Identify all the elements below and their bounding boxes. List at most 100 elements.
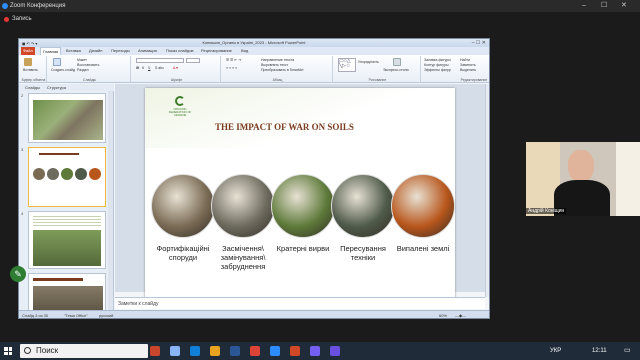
ribbon: Вставить Буфер обмена Создать слайд Маке… [19,55,489,83]
layout-button[interactable]: Макет [77,58,87,62]
thumb-circle [75,168,87,180]
caption-burned-land: Випалені землі [396,244,450,253]
slide-header-bg [145,88,455,148]
windows-start-icon[interactable] [4,347,12,355]
search-placeholder: Поиск [36,346,59,355]
tab-slideshow[interactable]: Показ слайдов [164,47,196,55]
group-paragraph: ☰ ☰ ⇤ ⇥ ≡ ≡ ≡ ≡ Направление текста Выров… [223,56,333,82]
slide-canvas[interactable]: ORGANIC FEDERATION OF UKRAINE THE IMPACT… [145,88,455,306]
status-language: русский [99,313,114,318]
tab-transitions[interactable]: Переходы [109,47,132,55]
zoom-slider[interactable]: —◆— [455,311,466,318]
italic-button[interactable]: К [142,66,144,70]
tab-slides[interactable]: Слайды [25,84,40,91]
shapes-gallery[interactable]: ▭○△ ╲▷☆ [338,58,356,72]
edge-icon[interactable] [190,346,200,356]
list-buttons[interactable]: ☰ ☰ ⇤ ⇥ [226,58,241,62]
tab-file[interactable]: Файл [21,47,35,55]
thumb-number: 3 [21,147,24,152]
thumb-text [33,216,101,226]
align-text-button[interactable]: Выровнять текст [261,63,288,67]
powerpoint-titlebar: ◼ ↶ ↷ ▾ Конюшин_Органік в Україні_2023 -… [19,39,489,47]
messenger-icon[interactable] [330,346,340,356]
quick-styles-icon [393,58,401,66]
tab-design[interactable]: Дизайн [87,47,104,55]
group-editing: Найти Заменить Выделить Редактирование [459,56,489,82]
powerpoint-icon[interactable] [290,346,300,356]
tab-view[interactable]: Вид [239,47,250,55]
annotate-pen-icon[interactable]: ✎ [10,266,26,282]
font-size-select[interactable] [186,58,200,63]
font-color-button[interactable]: A ▾ [173,66,178,70]
pane-scrollbar[interactable] [108,91,113,311]
status-theme: "Тема Office" [64,313,88,318]
slide-thumbnail-selected[interactable] [28,147,106,207]
strikethrough-button[interactable]: S abc [155,66,164,70]
underline-button[interactable]: Ч [148,66,150,70]
paste-icon [24,58,32,66]
align-buttons[interactable]: ≡ ≡ ≡ ≡ [226,66,237,70]
input-language[interactable]: УКР [550,342,570,360]
task-view-icon[interactable] [170,346,180,356]
section-button[interactable]: Раздел [77,68,89,72]
tab-animation[interactable]: Анимация [136,47,159,55]
clock[interactable]: 12:11 [592,342,612,360]
aerial-photo [33,100,103,140]
zoom-icon[interactable] [270,346,280,356]
file-explorer-icon[interactable] [210,346,220,356]
slide-thumbnail[interactable] [28,273,106,311]
create-slide-button[interactable]: Создать слайд [51,68,75,72]
thumb-number: 4 [21,211,24,216]
thumb-circle [33,168,45,180]
close-button[interactable]: ✕ [621,0,627,12]
group-font: Ж К Ч S abc A ▾ Шрифт [133,56,221,82]
convert-smartart-button[interactable]: Преобразовать в SmartArt [261,68,303,72]
organic-leaf-logo-icon [175,96,185,106]
select-button[interactable]: Выделить [460,68,476,72]
word-icon[interactable] [230,346,240,356]
arrange-button[interactable]: Упорядочить [358,60,379,64]
viber-icon[interactable] [310,346,320,356]
shape-outline-button[interactable]: Контур фигуры [424,63,448,67]
powerpoint-window: ◼ ↶ ↷ ▾ Конюшин_Органік в Україні_2023 -… [18,38,490,319]
font-name-select[interactable] [136,58,184,63]
group-label: Рисование [368,78,387,82]
minimize-button[interactable]: – [582,0,586,12]
text-direction-button[interactable]: Направление текста [261,58,294,62]
editor-scrollbar[interactable] [485,84,489,297]
powerpoint-title: Конюшин_Органік в Україні_2023 - Microso… [202,40,306,45]
slide-thumbnail[interactable] [28,211,106,269]
notifications-icon[interactable]: ▭ [624,342,634,360]
status-zoom[interactable]: 60% [439,311,447,318]
slide-thumbnail[interactable] [28,93,106,143]
slides-pane: 2 3 4 5 [19,91,114,311]
tab-review[interactable]: Рецензирование [199,47,234,55]
paste-button[interactable]: Вставить [23,68,38,72]
group-label: Редактирование [460,78,488,82]
tab-outline[interactable]: Структура [47,84,66,91]
maximize-button[interactable]: ☐ [601,0,607,12]
logo-text: ORGANIC FEDERATION OF UKRAINE [168,107,192,118]
participant-name: Андрій Коніщин [526,208,567,214]
thumb-title [39,153,79,155]
notes-pane[interactable]: Заметки к слайду [115,297,485,309]
app-icon[interactable] [150,346,160,356]
find-button[interactable]: Найти [460,58,470,62]
pp-window-controls[interactable]: – ☐ ✕ [472,39,486,47]
thumb-number: 2 [21,93,24,98]
tab-home[interactable]: Главная [40,47,62,55]
tab-insert[interactable]: Вставка [64,47,83,55]
taskbar-search[interactable]: Поиск [20,344,148,358]
recording-indicator[interactable]: Запись [0,12,640,26]
mine-photo [211,174,275,238]
replace-button[interactable]: Заменить [460,63,476,67]
taskbar: Поиск УКР 12:11 ▭ [0,342,640,360]
group-drawing: ▭○△ ╲▷☆ Упорядочить Экспресс-стили Рисов… [335,56,421,82]
participant-video[interactable]: Андрій Коніщин [526,142,640,216]
shape-fill-button[interactable]: Заливка фигуры [424,58,451,62]
chrome-icon[interactable] [250,346,260,356]
restore-button[interactable]: Восстановить [77,63,99,67]
shape-effects-button[interactable]: Эффекты фигур [424,68,451,72]
bold-button[interactable]: Ж [136,66,139,70]
quick-styles-button[interactable]: Экспресс-стили [383,68,409,72]
